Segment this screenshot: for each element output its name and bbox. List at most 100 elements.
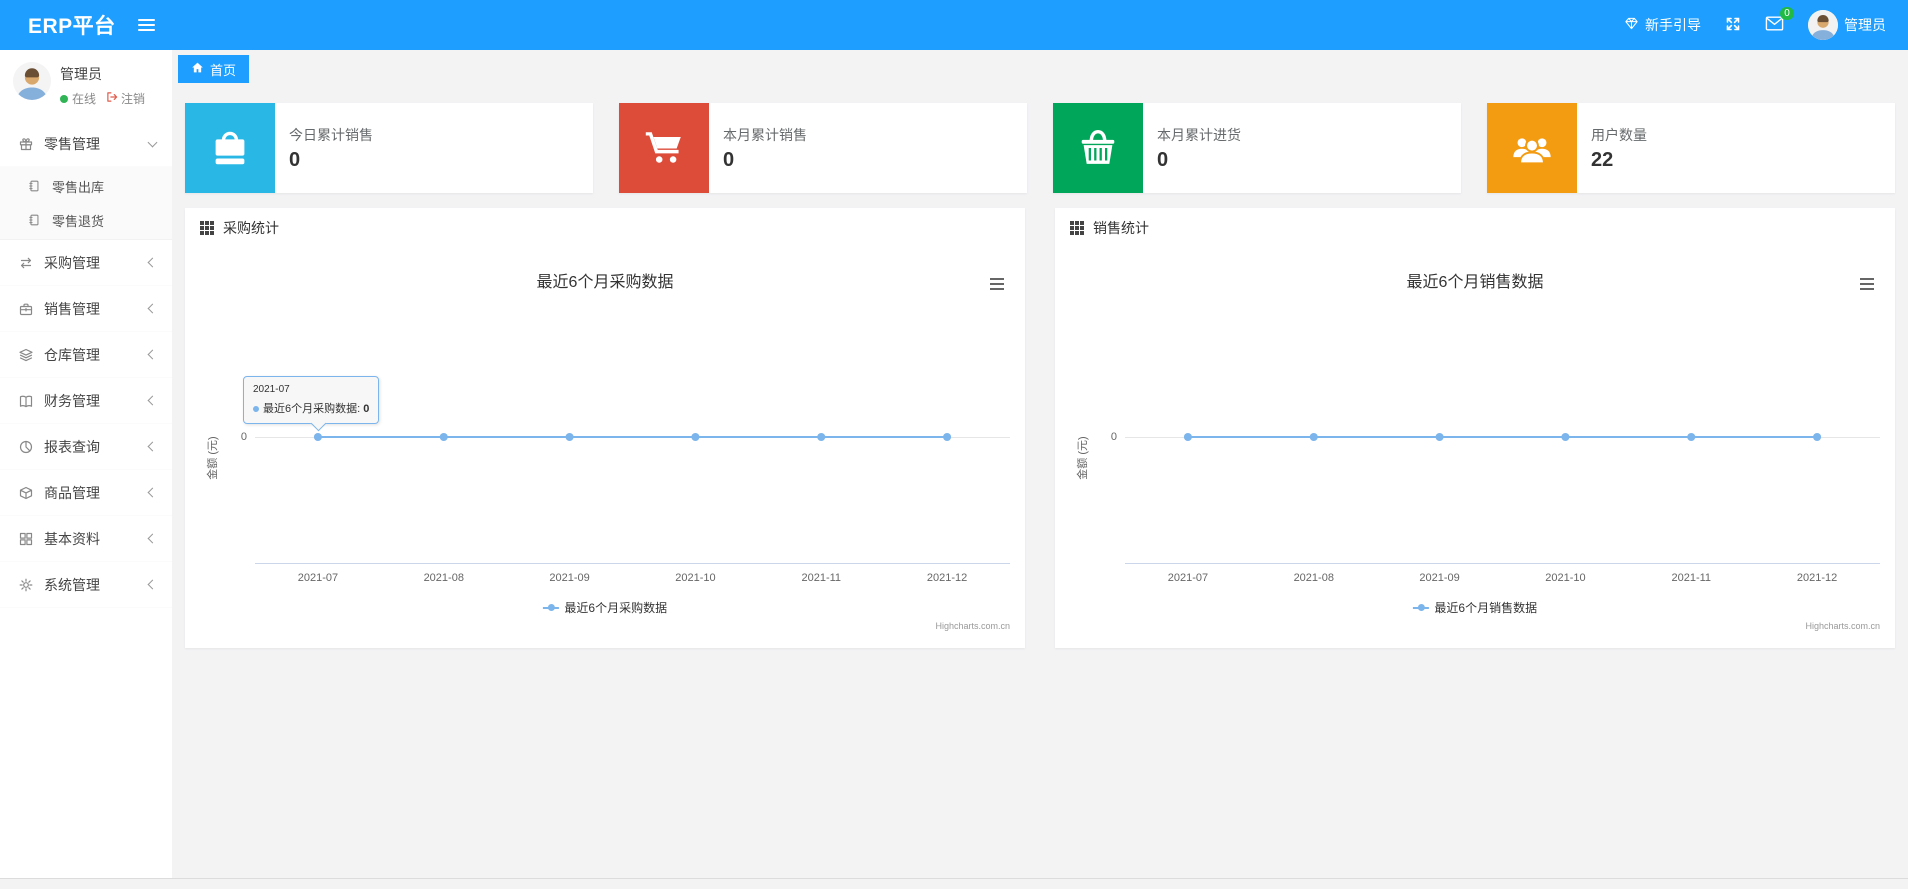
- chart-sales: 最近6个月销售数据 金额 (元) 0 2021-07 2021-08 2021-09 202…: [1055, 248, 1895, 648]
- user-menu[interactable]: 管理员: [1808, 10, 1886, 40]
- tab-home[interactable]: 首页: [178, 55, 250, 83]
- stat-card-value: 22: [1591, 148, 1614, 171]
- x-axis-label: 2021-11: [1671, 572, 1712, 584]
- stat-card-value: 0: [723, 148, 735, 171]
- logout-button[interactable]: 注销: [106, 90, 145, 107]
- stat-card-label: 本月累计进货: [1157, 126, 1241, 143]
- sidebar-item-8[interactable]: 系统管理: [0, 562, 172, 608]
- panel-sales-header: 销售统计: [1055, 208, 1895, 248]
- sidebar-item-label: 商品管理: [44, 484, 100, 501]
- chevron-left-icon: [147, 303, 158, 314]
- tab-home-label: 首页: [210, 62, 237, 78]
- legend-item[interactable]: 最近6个月销售数据: [1412, 599, 1538, 616]
- guide-label: 新手引导: [1645, 17, 1701, 33]
- stat-card-value: 0: [289, 148, 301, 171]
- footer-divider: [0, 878, 1908, 889]
- stat-card-2: 本月累计进货 0: [1053, 103, 1461, 193]
- sidebar-item-label: 采购管理: [44, 254, 100, 271]
- guide-button[interactable]: 新手引导: [1624, 15, 1701, 35]
- chevron-left-icon: [147, 533, 158, 544]
- online-status-label: 在线: [72, 92, 97, 106]
- navbar-right: 新手引导 0 管理员: [1624, 7, 1886, 40]
- chart-tooltip: 2021-07 最近6个月采购数据: 0: [243, 376, 380, 432]
- sidebar-subitem[interactable]: 零售出库: [0, 169, 172, 203]
- stat-card-3: 用户数量 22: [1487, 103, 1895, 193]
- sidebar-item-label: 零售管理: [44, 135, 100, 152]
- logout-label: 注销: [121, 92, 146, 106]
- chevron-left-icon: [147, 441, 158, 452]
- chevron-left-icon: [147, 395, 158, 406]
- stat-card-0: 今日累计销售 0: [185, 103, 593, 193]
- briefcase-icon: [18, 301, 34, 317]
- legend-item[interactable]: 最近6个月采购数据: [542, 599, 668, 616]
- panel-purchase-stats: 采购统计 最近6个月采购数据 金额 (元) 0 2021-07 2021-08 2021-…: [185, 208, 1025, 648]
- sidebar-item-4[interactable]: 财务管理: [0, 378, 172, 424]
- sidebar-item-0[interactable]: 零售管理: [0, 121, 172, 167]
- series-line[interactable]: [185, 248, 1025, 648]
- sidebar-item-label: 基本资料: [44, 530, 100, 547]
- series-line[interactable]: [1055, 248, 1895, 648]
- top-navbar: ERP平台 新手引导 0 管理员: [0, 0, 1908, 50]
- sidebar-subitem-label: 零售出库: [52, 179, 105, 195]
- sidebar-item-label: 系统管理: [44, 576, 100, 593]
- sidebar-user-block: 管理员 在线 注销: [0, 50, 172, 115]
- package-icon: [18, 485, 34, 501]
- users-icon: [1487, 103, 1577, 193]
- panel-purchase-header: 采购统计: [185, 208, 1025, 248]
- chevron-left-icon: [147, 579, 158, 590]
- sidebar-menu: 零售管理零售出库零售退货采购管理销售管理仓库管理财务管理报表查询商品管理基本资料…: [0, 121, 172, 608]
- sidebar-item-1[interactable]: 采购管理: [0, 240, 172, 286]
- chevron-left-icon: [147, 349, 158, 360]
- sidebar-item-3[interactable]: 仓库管理: [0, 332, 172, 378]
- exchange-icon: [18, 255, 34, 271]
- x-axis-label: 2021-10: [1545, 572, 1586, 584]
- fullscreen-icon: [1725, 16, 1741, 35]
- sidebar-item-7[interactable]: 基本资料: [0, 516, 172, 562]
- x-axis-label: 2021-12: [1796, 572, 1838, 584]
- x-axis-label: 2021-07: [1167, 572, 1209, 584]
- stat-card-text: 今日累计销售 0: [275, 103, 373, 193]
- stat-card-text: 本月累计销售 0: [709, 103, 807, 193]
- tooltip-value-row: 最近6个月采购数据: 0: [253, 400, 369, 416]
- sidebar-toggle-button[interactable]: [137, 19, 155, 31]
- home-icon: [191, 61, 204, 77]
- sidebar-item-label: 财务管理: [44, 392, 100, 409]
- x-axis-label: 2021-07: [297, 572, 339, 584]
- x-axis-label: 2021-10: [675, 572, 716, 584]
- highcharts-credits[interactable]: Highcharts.com.cn: [935, 621, 1010, 631]
- grid-icon: [18, 531, 34, 547]
- panel-sales-stats: 销售统计 最近6个月销售数据 金额 (元) 0 2021-07 2021-08 2021-…: [1055, 208, 1895, 648]
- x-axis-label: 2021-09: [1419, 572, 1460, 584]
- chevron-left-icon: [147, 487, 158, 498]
- panel-sales-title: 销售统计: [1093, 220, 1149, 236]
- highcharts-credits[interactable]: Highcharts.com.cn: [1805, 621, 1880, 631]
- sidebar: 管理员 在线 注销 零售管理零售出库零售退货采购管理销售管理仓库管理财务管理报表…: [0, 50, 172, 878]
- x-axis-label: 2021-12: [926, 572, 968, 584]
- doc-icon: [26, 212, 42, 228]
- stat-cards: 今日累计销售 0 本月累计销售 0 本月累计进货 0 用户数量 22: [185, 103, 1895, 193]
- book-icon: [18, 393, 34, 409]
- app-brand: ERP平台: [28, 15, 116, 38]
- sidebar-subitem[interactable]: 零售退货: [0, 203, 172, 237]
- sidebar-item-2[interactable]: 销售管理: [0, 286, 172, 332]
- sidebar-subitem-label: 零售退货: [52, 213, 105, 229]
- x-axis-label: 2021-09: [549, 572, 590, 584]
- messages-button[interactable]: 0: [1765, 7, 1794, 34]
- x-axis-label: 2021-11: [801, 572, 842, 584]
- sidebar-avatar: [13, 62, 51, 100]
- doc-icon: [26, 178, 42, 194]
- fullscreen-button[interactable]: [1725, 16, 1741, 35]
- sidebar-item-6[interactable]: 商品管理: [0, 470, 172, 516]
- sidebar-user-name: 管理员: [60, 66, 102, 82]
- legend-label: 最近6个月销售数据: [1434, 601, 1538, 615]
- grid-th-icon: [200, 221, 214, 235]
- stat-card-value: 0: [1157, 148, 1169, 171]
- tooltip-category: 2021-07: [253, 384, 290, 395]
- sidebar-item-5[interactable]: 报表查询: [0, 424, 172, 470]
- grid-th-icon: [1070, 221, 1084, 235]
- chevron-left-icon: [147, 257, 158, 268]
- sidebar-item-label: 销售管理: [44, 300, 100, 317]
- x-axis-label: 2021-08: [1293, 572, 1334, 584]
- mail-icon: [1765, 16, 1784, 34]
- legend-label: 最近6个月采购数据: [564, 601, 668, 615]
